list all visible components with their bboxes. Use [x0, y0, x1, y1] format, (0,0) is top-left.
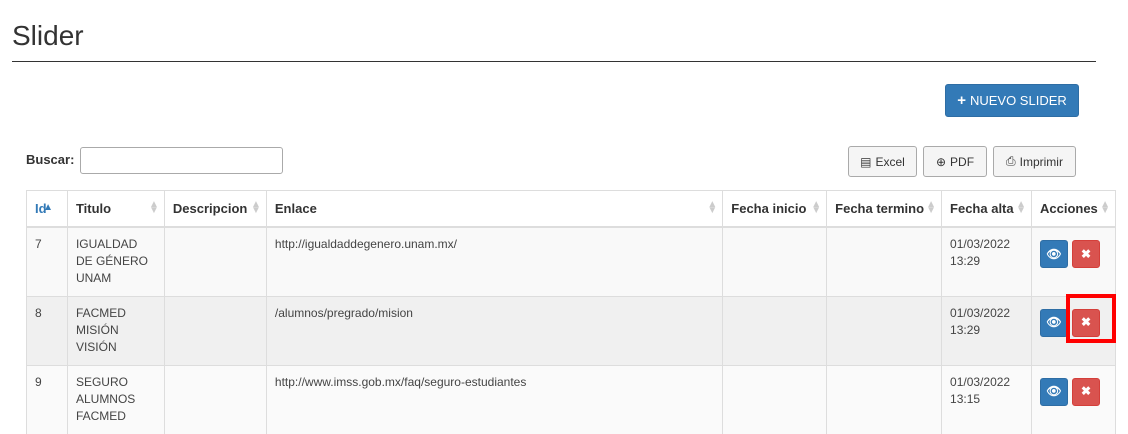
cell-enlace: http://igualdaddegenero.unam.mx/	[265, 226, 723, 296]
table-row: 8 FACMED MISIÓN VISIÓN /alumnos/pregrado…	[26, 295, 1117, 365]
cell-acciones: 👁 ✖	[1030, 364, 1117, 434]
eye-icon: 👁	[1046, 246, 1062, 261]
cell-fecha-inicio	[722, 364, 827, 434]
slider-table: Id ▲ Titulo ▲ ▼ Descripcion ▲ ▼ Enlace ▲ ▼ Fech…	[26, 190, 1117, 434]
cell-fecha-termino	[826, 364, 942, 434]
cell-descripcion	[163, 295, 267, 365]
table-row: 7 IGUALDAD DE GÉNERO UNAM http://igualda…	[26, 226, 1117, 296]
print-button[interactable]: ⎙ Imprimir	[993, 146, 1076, 177]
cell-fecha-alta: 01/03/2022 13:29	[941, 226, 1032, 296]
new-slider-label: NUEVO SLIDER	[969, 93, 1067, 108]
search-input[interactable]	[80, 147, 283, 174]
table-header-row: Id ▲ Titulo ▲ ▼ Descripcion ▲ ▼ Enlace ▲ ▼ Fech…	[26, 190, 1117, 228]
cell-titulo: FACMED MISIÓN VISIÓN	[66, 295, 165, 365]
view-button[interactable]: 👁	[1039, 377, 1068, 406]
col-header-descripcion[interactable]: Descripcion ▲ ▼	[163, 190, 267, 228]
sort-icon: ▲ ▼	[1100, 199, 1110, 216]
cell-id: 9	[26, 364, 68, 434]
sort-icon: ▲ ▼	[250, 199, 261, 216]
cell-fecha-inicio	[722, 295, 827, 365]
table-row: 9 SEGURO ALUMNOS FACMED http://www.imss.…	[26, 364, 1117, 434]
sort-icon: ▲ ▼	[926, 199, 937, 216]
eye-icon: 👁	[1046, 384, 1062, 398]
sort-icon: ▲ ▼	[149, 199, 159, 216]
col-header-titulo[interactable]: Titulo ▲ ▼	[66, 190, 165, 228]
cell-descripcion	[163, 226, 267, 296]
search-label: Buscar:	[26, 152, 75, 167]
cell-fecha-inicio	[722, 226, 827, 296]
view-button[interactable]: 👁	[1039, 240, 1068, 268]
delete-button[interactable]: ✖	[1071, 240, 1100, 268]
col-header-fecha-alta[interactable]: Fecha alta ▲ ▼	[941, 190, 1032, 228]
cell-enlace: http://www.imss.gob.mx/faq/seguro-estudi…	[265, 364, 723, 434]
col-header-fecha-inicio[interactable]: Fecha inicio ▲ ▼	[722, 190, 827, 228]
cell-descripcion	[163, 364, 267, 434]
printer-icon: ⎙	[1006, 154, 1016, 168]
pdf-button[interactable]: ⊕ PDF	[923, 146, 987, 177]
excel-label: Excel	[875, 154, 905, 169]
col-header-acciones[interactable]: Acciones ▲ ▼	[1030, 190, 1117, 228]
spreadsheet-icon: ▤	[860, 154, 872, 169]
cell-titulo: IGUALDAD DE GÉNERO UNAM	[66, 226, 165, 296]
sort-asc-icon: ▲	[43, 202, 53, 213]
cell-fecha-termino	[826, 226, 942, 296]
download-icon: ⊕	[935, 154, 947, 169]
print-label: Imprimir	[1019, 154, 1063, 169]
cell-id: 7	[26, 226, 68, 296]
col-header-id[interactable]: Id ▲	[26, 190, 68, 228]
pdf-label: PDF	[950, 154, 975, 169]
cell-acciones: 👁 ✖	[1030, 226, 1117, 296]
sort-icon: ▲ ▼	[811, 199, 822, 216]
new-slider-button[interactable]: + NUEVO SLIDER	[945, 84, 1079, 117]
cell-enlace: /alumnos/pregrado/mision	[265, 295, 723, 365]
cell-fecha-termino	[826, 295, 942, 365]
plus-icon: +	[957, 92, 966, 109]
cell-fecha-alta: 01/03/2022 13:15	[941, 364, 1032, 434]
cell-id: 8	[26, 295, 68, 365]
excel-button[interactable]: ▤ Excel	[848, 146, 917, 177]
sort-icon: ▲ ▼	[1016, 199, 1026, 216]
eye-icon: 👁	[1046, 315, 1062, 329]
page-title: Slider	[12, 20, 84, 51]
cell-fecha-alta: 01/03/2022 13:29	[941, 295, 1032, 365]
close-icon: ✖	[1080, 384, 1092, 398]
cell-titulo: SEGURO ALUMNOS FACMED	[66, 364, 165, 434]
highlight-box	[1066, 294, 1116, 343]
close-icon: ✖	[1080, 246, 1092, 261]
col-header-enlace[interactable]: Enlace ▲ ▼	[265, 190, 723, 228]
delete-button[interactable]: ✖	[1071, 377, 1100, 406]
view-button[interactable]: 👁	[1039, 308, 1068, 337]
title-divider	[12, 61, 1096, 62]
sort-icon: ▲ ▼	[707, 199, 718, 216]
col-header-fecha-termino[interactable]: Fecha termino ▲ ▼	[826, 190, 942, 228]
